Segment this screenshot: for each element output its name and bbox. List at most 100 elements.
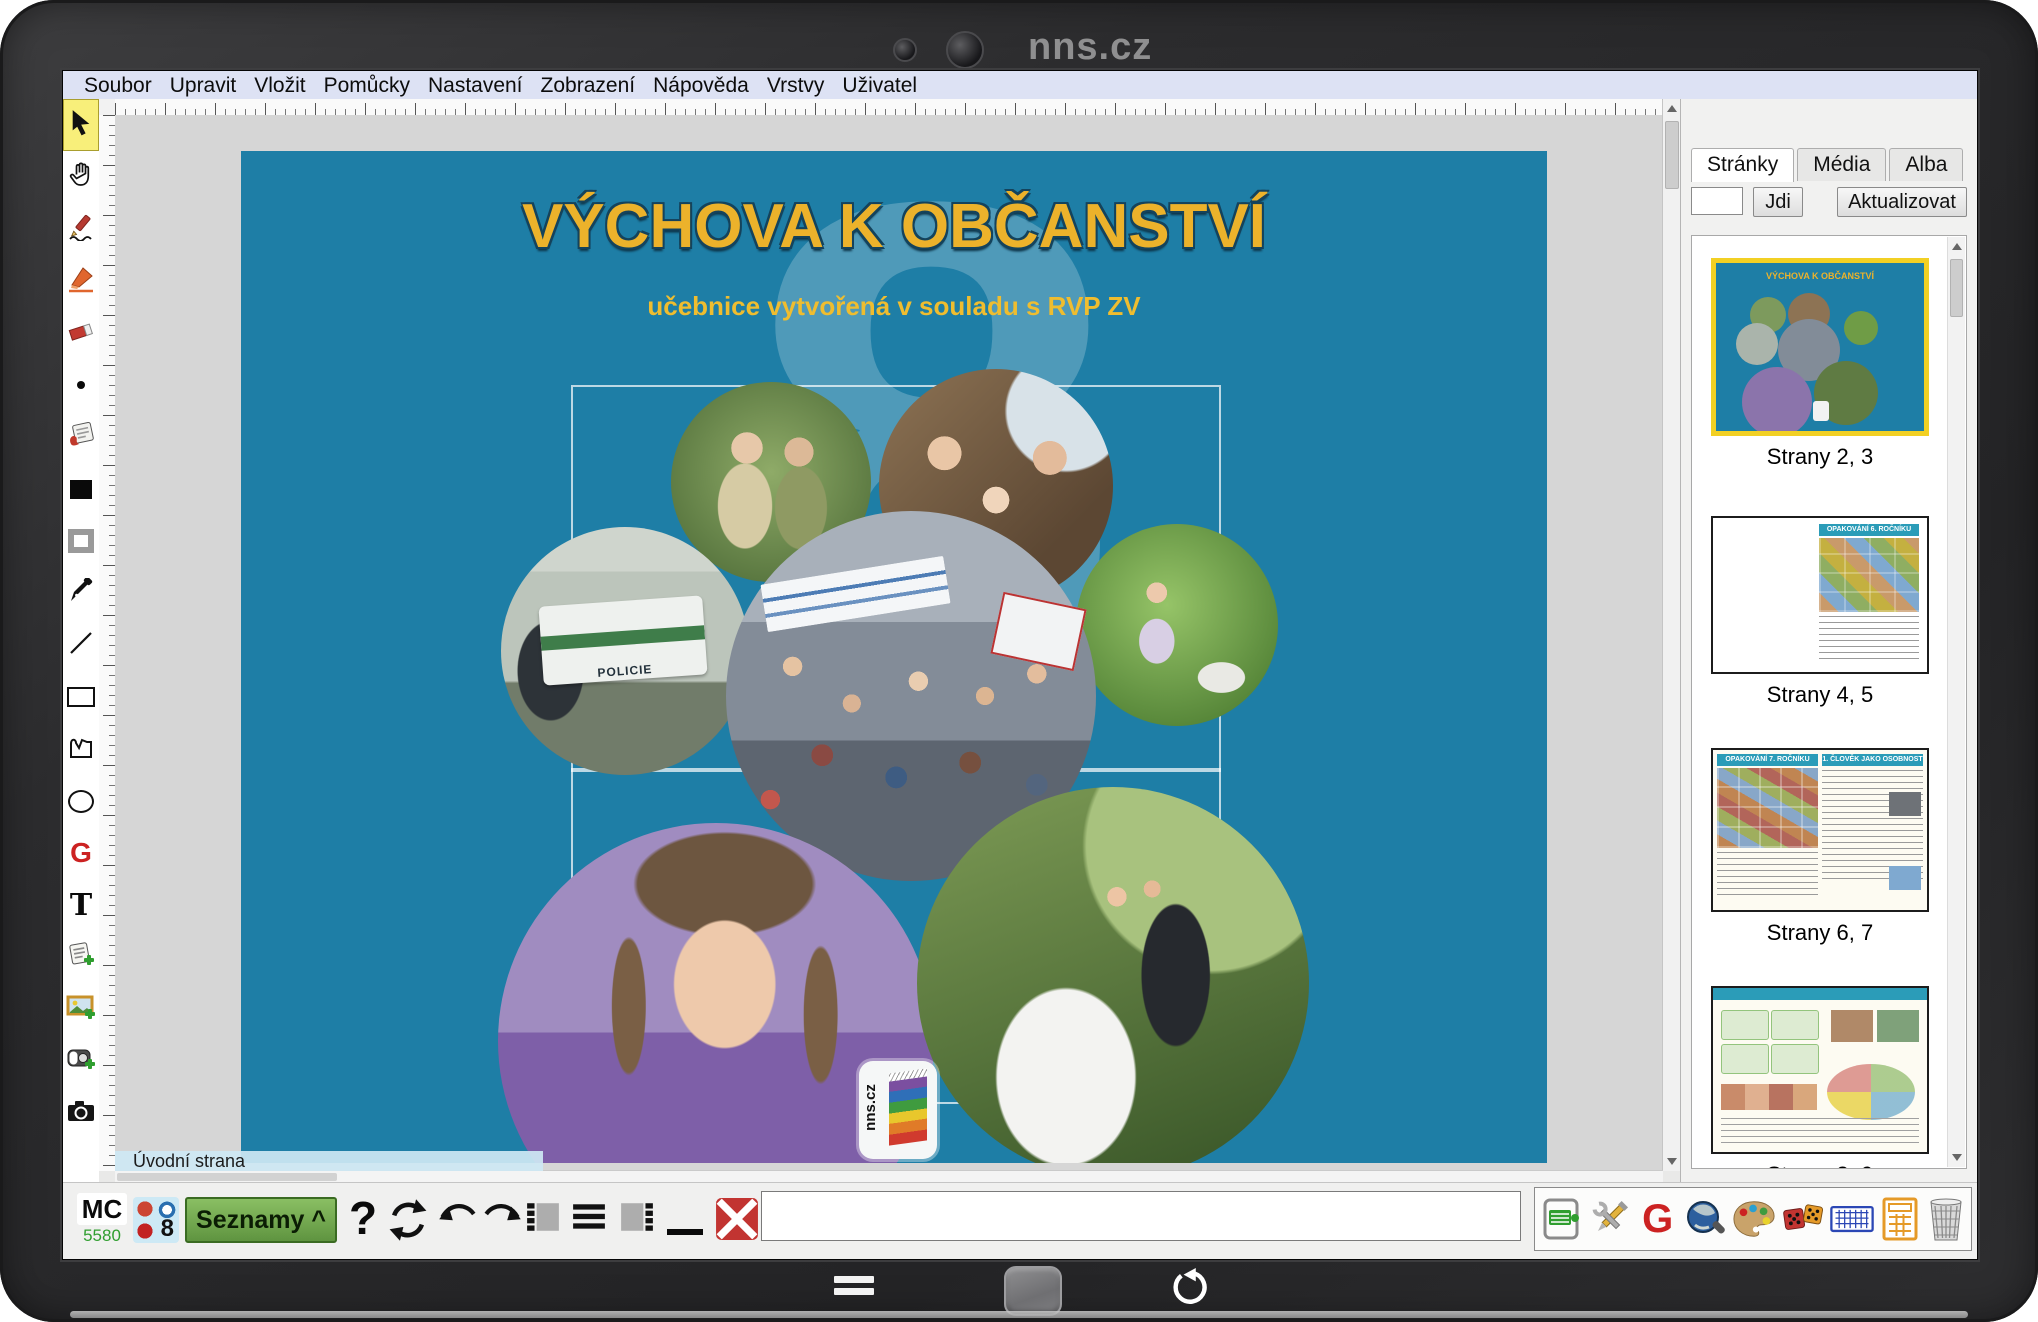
menu-item-pomucky[interactable]: Pomůcky — [315, 72, 419, 99]
document-canvas[interactable]: 8 VÝCHOVA K OBČANSTVÍ učebnice vytvořená… — [115, 115, 1663, 1171]
device-keyboard-icon[interactable] — [1539, 1193, 1583, 1245]
note-text-input[interactable] — [761, 1191, 1521, 1241]
dice-icon[interactable] — [1781, 1193, 1825, 1245]
redo-icon[interactable] — [481, 1197, 525, 1236]
panel-left-toggle-icon[interactable] — [525, 1201, 561, 1238]
thumbnail-pages-4-5[interactable]: OPAKOVÁNÍ 6. ROČNÍKU Strany 4, 5 — [1711, 470, 1929, 708]
senses-app-icon[interactable]: 8 — [133, 1197, 179, 1243]
tool-ellipse[interactable] — [63, 775, 99, 827]
scroll-up-icon[interactable] — [1667, 105, 1677, 112]
police-van-label: POLICIE — [543, 659, 707, 684]
filled-square-icon — [70, 480, 92, 499]
menu-item-vlozit[interactable]: Vložit — [245, 72, 314, 99]
thumbnail-label: Strany 8, 9 — [1767, 1162, 1873, 1168]
sidebar-scrollbar[interactable] — [1947, 237, 1965, 1167]
tool-clear-annotations[interactable] — [63, 411, 99, 463]
scroll-up-icon[interactable] — [1952, 243, 1962, 250]
thumbnail-pages-6-7[interactable]: OPAKOVÁNÍ 7. ROČNÍKU 1. ČLOVĚK JAKO OSOB… — [1711, 708, 1929, 946]
tool-add-image[interactable] — [63, 983, 99, 1035]
thumbnail-image-grid — [1819, 538, 1919, 612]
panel-right-toggle-icon[interactable] — [619, 1201, 655, 1238]
menu-item-nastaveni[interactable]: Nastavení — [419, 72, 532, 99]
scroll-down-icon[interactable] — [1952, 1154, 1962, 1161]
thumbnail-pages-2-3[interactable]: VÝCHOVA K OBČANSTVÍ Strany 2, 3 — [1711, 236, 1929, 470]
canvas-vertical-scrollbar[interactable] — [1662, 99, 1681, 1171]
thumbnail-text-lines — [1721, 1118, 1919, 1146]
bezel-back-icon[interactable] — [1168, 1268, 1208, 1308]
tool-google-search[interactable]: G — [63, 827, 99, 879]
sidebar-scroll-thumb[interactable] — [1950, 259, 1963, 317]
publisher-logo-text: nns.cz — [862, 1084, 879, 1131]
tool-text[interactable]: T — [63, 879, 99, 931]
palette-icon[interactable] — [1732, 1193, 1776, 1245]
book-cover-page[interactable]: 8 VÝCHOVA K OBČANSTVÍ učebnice vytvořená… — [241, 151, 1547, 1163]
thumbnail-text-lines — [1822, 770, 1923, 880]
trash-icon[interactable] — [1926, 1193, 1967, 1245]
google-icon[interactable]: G — [1637, 1193, 1678, 1245]
undo-icon[interactable] — [435, 1197, 479, 1236]
vertical-scroll-thumb[interactable] — [1665, 121, 1679, 189]
refresh-button[interactable]: Aktualizovat — [1837, 187, 1967, 217]
thumbnail-pages-8-9[interactable]: Strany 8, 9 — [1711, 946, 1929, 1168]
horizontal-scroll-thumb[interactable] — [117, 1173, 337, 1181]
tab-media[interactable]: Média — [1797, 148, 1886, 181]
tool-pen[interactable] — [63, 567, 99, 619]
tool-mask-square[interactable] — [63, 515, 99, 567]
menu-item-soubor[interactable]: Soubor — [75, 72, 161, 99]
thumbnail-photo — [1889, 792, 1921, 816]
text-t-icon: T — [70, 888, 92, 923]
bezel-home-button[interactable] — [1004, 1266, 1062, 1316]
pages-sidebar: Stránky Média Alba Jdi Aktualizovat VÝCH… — [1680, 99, 1977, 1183]
thumbnail-page-header-bar — [1713, 988, 1927, 1000]
menu-item-uzivatel[interactable]: Uživatel — [833, 72, 926, 99]
bezel-menu-button[interactable] — [834, 1276, 874, 1300]
tab-stranky[interactable]: Stránky — [1691, 148, 1794, 182]
refresh-icon[interactable] — [385, 1197, 431, 1248]
go-button[interactable]: Jdi — [1753, 187, 1803, 217]
tool-eraser[interactable] — [63, 307, 99, 359]
tool-add-video[interactable] — [63, 1035, 99, 1087]
tool-add-note[interactable] — [63, 931, 99, 983]
thumbnail-preview-spread: OPAKOVÁNÍ 7. ROČNÍKU 1. ČLOVĚK JAKO OSOB… — [1711, 748, 1929, 912]
tool-line[interactable] — [63, 619, 99, 671]
thumbnail-preview-cover: VÝCHOVA K OBČANSTVÍ — [1711, 258, 1929, 436]
bottom-toolbar: MC 5580 8 Seznamy ^ ? G — [63, 1182, 1977, 1259]
screenshot-stage: nns.cz Soubor Upravit Vložit Pomůcky Nas… — [0, 0, 2038, 1322]
tab-alba[interactable]: Alba — [1889, 148, 1963, 181]
tool-filled-square[interactable] — [63, 463, 99, 515]
polygon-icon — [67, 734, 95, 765]
page-number-input[interactable] — [1691, 187, 1743, 215]
tool-rectangle[interactable] — [63, 671, 99, 723]
thumbnail-text-lines — [1819, 616, 1919, 660]
tool-screenshot[interactable] — [63, 1087, 99, 1139]
tool-dot[interactable] — [63, 359, 99, 411]
thumbnail-photo — [1889, 866, 1921, 890]
keyboard-icon[interactable] — [1830, 1193, 1874, 1245]
scroll-down-icon[interactable] — [1667, 1158, 1677, 1165]
menu-item-upravit[interactable]: Upravit — [161, 72, 246, 99]
close-red-x-icon[interactable] — [715, 1197, 759, 1246]
tools-icon[interactable] — [1588, 1193, 1632, 1245]
lists-button[interactable]: Seznamy ^ — [185, 1197, 337, 1243]
hamburger-icon[interactable] — [571, 1203, 607, 1236]
help-button[interactable]: ? — [349, 1191, 377, 1245]
page-status-label: Úvodní strana — [115, 1151, 543, 1171]
globe-search-icon[interactable] — [1683, 1193, 1727, 1245]
tool-select[interactable] — [63, 99, 99, 151]
front-camera-large-icon — [946, 31, 984, 69]
tool-pan[interactable] — [63, 151, 99, 203]
thumbnail-preview-spread — [1711, 986, 1929, 1154]
menu-item-napoveda[interactable]: Nápověda — [644, 72, 758, 99]
tool-pencil[interactable] — [63, 203, 99, 255]
thumbnail-preview-spread: OPAKOVÁNÍ 6. ROČNÍKU — [1711, 516, 1929, 674]
calculator-icon[interactable] — [1879, 1193, 1920, 1245]
cover-subtitle: učebnice vytvořená v souladu s RVP ZV — [241, 291, 1547, 322]
canvas-area: 8 VÝCHOVA K OBČANSTVÍ učebnice vytvořená… — [99, 99, 1681, 1183]
tool-polygon[interactable] — [63, 723, 99, 775]
tool-highlighter[interactable] — [63, 255, 99, 307]
menu-item-vrstvy[interactable]: Vrstvy — [758, 72, 834, 99]
menu-item-zobrazeni[interactable]: Zobrazení — [532, 72, 645, 99]
underscore-tool-icon[interactable] — [667, 1229, 703, 1235]
horizontal-ruler — [115, 99, 1663, 116]
thumbnails-list: VÝCHOVA K OBČANSTVÍ Strany 2, 3 — [1692, 236, 1948, 1168]
